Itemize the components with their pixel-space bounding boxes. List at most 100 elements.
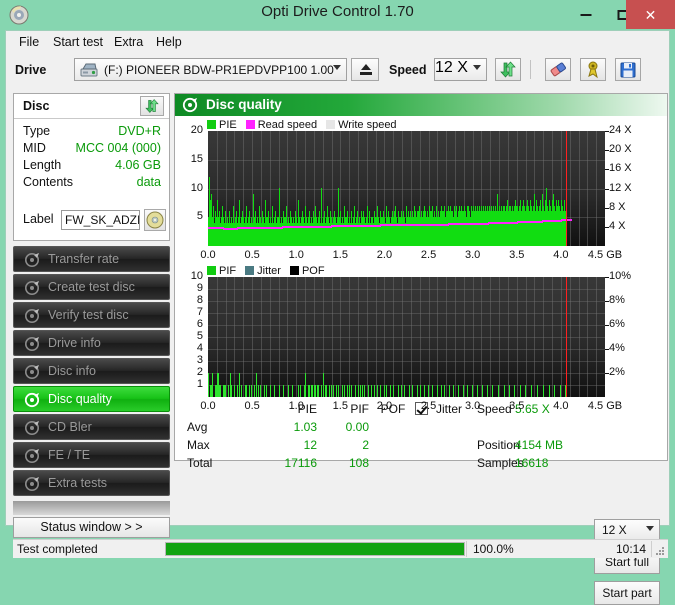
fe-te-icon [25,449,39,463]
chart-bar [481,385,483,397]
grid-line-h [208,160,605,161]
chart-bar [467,385,469,397]
chart-bar [225,385,227,397]
sidebar-item-fe-te[interactable]: FE / TE [13,442,170,468]
test-speed-select[interactable]: 12 X [594,519,660,541]
y-tick-label: 8 [196,294,203,306]
x-tick-label: 1.5 [332,400,348,412]
chart-bar [330,385,332,397]
chevron-down-icon [333,65,341,70]
legend-label-write-speed: Write speed [338,119,397,131]
y-tick-label-right: 8 X [609,200,626,213]
drive-select[interactable]: (F:) PIONEER BDW-PR1EPDVPP100 1.00 [74,58,347,81]
chart-bar [212,373,214,397]
y-tick-label: 15 [190,152,203,165]
chart-bar [397,385,399,397]
sidebar-item-extra-tests[interactable]: Extra tests [13,470,170,496]
chart-bar [497,385,499,397]
chart-bar [234,385,236,397]
minimize-button[interactable] [567,0,604,29]
label-disc-button[interactable] [144,209,166,231]
label-input[interactable]: FW_SK_ADZIK_ [61,210,140,230]
y-tick-label: 9 [196,282,203,294]
y-tick-label: 6 [196,318,203,330]
progress-fill [166,543,464,555]
read-speed-line [566,218,573,221]
stats-total-pif: 108 [348,456,369,470]
chart-bar [380,385,382,397]
close-button[interactable]: ✕ [626,0,675,29]
status-message: Test completed [17,542,98,556]
refresh-button[interactable] [495,58,521,81]
save-button[interactable] [615,58,641,81]
sidebar-item-create-test-disc[interactable]: Create test disc [13,274,170,300]
sidebar-item-disc-info[interactable]: Disc info [13,358,170,384]
chart-bar [383,385,385,397]
cd-bler-icon [25,421,39,435]
disc-value-type: DVD+R [118,124,161,138]
y-tick-label-right: 12 X [609,181,632,194]
legend-label-jitter: Jitter [257,265,281,277]
stats-row-total-label: Total [187,456,213,470]
pif-chart-plot[interactable] [208,277,605,397]
y-tick-label: 5 [196,210,203,223]
eject-button[interactable] [351,58,379,81]
status-window-label: Status window > > [40,520,143,534]
chart-bar [536,385,538,397]
pif-chart-legend: PIF Jitter POF [207,265,334,277]
toolbar-separator [530,60,531,79]
chart-bar [292,385,294,397]
x-tick-label: 3.0 [465,400,481,412]
menu-help[interactable]: Help [151,34,187,50]
chart-bar [548,385,550,397]
chart-bar [354,385,356,397]
legend-label-pof: POF [301,265,325,277]
chart-bar [246,385,248,397]
label-value: FW_SK_ADZIK_ [65,213,139,227]
status-window-button[interactable]: Status window > > [13,517,170,538]
bitsetting-button[interactable] [580,58,606,81]
grid-line-h [208,373,605,374]
sidebar-item-verify-test-disc[interactable]: Verify test disc [13,302,170,328]
chart-bar [554,385,555,397]
panel-header: Disc quality [175,94,667,116]
position-stat-value: 4154 MB [515,438,564,452]
disc-key-label: Label [23,212,54,226]
chart-bar [348,385,350,397]
y-tick-label: 4 [196,342,203,354]
x-tick-label: 0.0 [200,249,216,261]
pie-chart-plot[interactable] [208,131,605,246]
chart-bar [274,385,276,397]
sidebar-label: CD Bler [48,420,92,434]
speed-select[interactable]: 12 X [434,58,487,81]
y-tick-label-right: 2% [609,366,625,378]
chart-bar [326,385,328,397]
chart-bar [424,385,426,397]
menu-start-test[interactable]: Start test [48,34,108,50]
sidebar-item-disc-quality[interactable]: Disc quality [13,386,170,412]
sidebar-item-drive-info[interactable]: Drive info [13,330,170,356]
sidebar-item-cd-bler[interactable]: CD Bler [13,414,170,440]
resize-grip-icon[interactable] [655,546,665,556]
erase-button[interactable] [545,58,571,81]
start-part-button[interactable]: Start part [594,581,660,605]
erase-icon [550,62,566,77]
y-tick-label-right: 8% [609,294,625,306]
disc-panel-title: Disc [23,99,50,113]
chart-bar [364,385,366,397]
disc-value-mid: MCC 004 (000) [75,141,161,155]
axis-tick-mark [605,208,609,209]
y-tick-label-right: 4 X [609,219,626,232]
bitsetting-icon [588,61,598,79]
menu-extra[interactable]: Extra [109,34,148,50]
sidebar-item-transfer-rate[interactable]: Transfer rate [13,246,170,272]
disc-refresh-button[interactable] [140,96,164,116]
menu-file[interactable]: File [14,34,44,50]
legend-label-pie: PIE [219,119,237,131]
legend-swatch-pof [289,266,299,275]
chart-bar [300,385,302,397]
axis-tick-mark [605,373,609,374]
grid-line-h [208,349,605,350]
drive-label: Drive [15,63,47,77]
chart-bar [514,385,516,397]
